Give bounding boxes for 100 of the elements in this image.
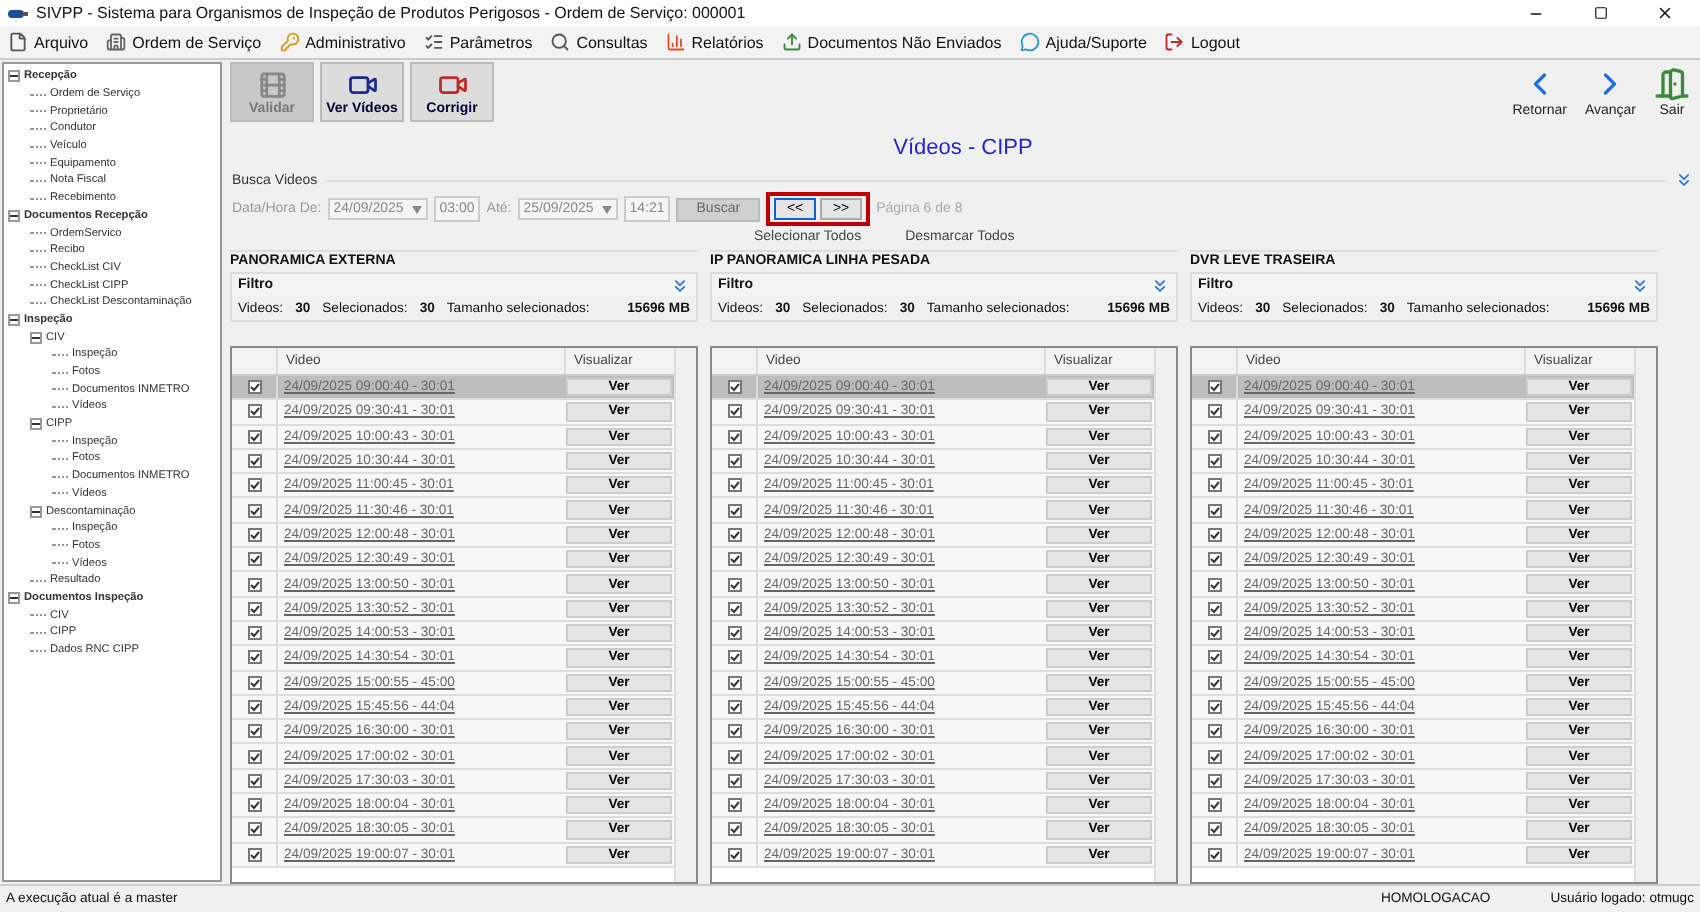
collapse-toggle[interactable] <box>8 591 20 604</box>
checkbox[interactable] <box>1207 700 1221 714</box>
list-icon <box>423 32 444 52</box>
checkbox[interactable] <box>727 380 741 395</box>
maximize-icon[interactable] <box>1593 6 1607 20</box>
checkbox[interactable] <box>247 454 261 469</box>
expand-icon[interactable] <box>1630 275 1650 295</box>
checkbox[interactable] <box>1207 626 1221 641</box>
checkbox[interactable] <box>1207 822 1221 837</box>
checkbox[interactable] <box>727 822 741 837</box>
key-icon <box>279 32 300 52</box>
checkbox[interactable] <box>1207 749 1221 764</box>
checkbox[interactable] <box>727 552 741 567</box>
file-icon <box>8 32 28 52</box>
checkbox[interactable] <box>247 650 261 665</box>
checkbox[interactable] <box>1207 552 1221 567</box>
checkbox[interactable] <box>727 675 741 690</box>
dropdown-icon[interactable] <box>411 205 422 213</box>
checkbox[interactable] <box>247 773 261 788</box>
checkbox[interactable] <box>247 798 261 813</box>
checkbox[interactable] <box>1207 601 1221 616</box>
search-icon <box>550 32 571 52</box>
checkbox[interactable] <box>1207 404 1221 419</box>
checkbox[interactable] <box>727 847 741 862</box>
expand-icon[interactable] <box>1150 275 1170 295</box>
checkbox[interactable] <box>727 798 741 813</box>
checkbox[interactable] <box>247 626 261 641</box>
checkbox[interactable] <box>1207 650 1221 665</box>
menu-item[interactable]: Parâmetros <box>423 32 533 52</box>
scrollbar[interactable] <box>1634 348 1656 882</box>
menu-item[interactable]: Ordem de Serviço <box>106 32 262 52</box>
checkbox[interactable] <box>247 700 261 714</box>
checkbox[interactable] <box>1207 454 1221 469</box>
checkbox[interactable] <box>727 454 741 469</box>
upload-icon <box>781 32 802 52</box>
checkbox[interactable] <box>1207 724 1221 739</box>
checkbox[interactable] <box>727 404 741 419</box>
checkbox[interactable] <box>247 404 261 419</box>
chart-icon <box>665 32 686 52</box>
checkbox[interactable] <box>727 429 741 444</box>
checkbox[interactable] <box>247 847 261 862</box>
checkbox[interactable] <box>1207 675 1221 690</box>
checkbox[interactable] <box>727 724 741 739</box>
checkbox[interactable] <box>247 724 261 739</box>
collapse-toggle[interactable] <box>30 418 42 431</box>
checkbox[interactable] <box>1207 380 1221 395</box>
logout-icon <box>1164 32 1185 52</box>
collapse-icon[interactable] <box>1674 170 1694 190</box>
menu-item[interactable]: Consultas <box>550 32 648 52</box>
checkbox[interactable] <box>1207 478 1221 493</box>
scrollbar[interactable] <box>674 348 696 882</box>
checkbox[interactable] <box>1207 847 1221 862</box>
page-title: Vídeos - CIPP <box>893 136 1033 160</box>
menu-item[interactable]: Relatórios <box>665 32 764 52</box>
checkbox[interactable] <box>247 749 261 764</box>
expand-icon[interactable] <box>670 275 690 295</box>
checkbox[interactable] <box>727 700 741 714</box>
checkbox[interactable] <box>247 429 261 444</box>
checkbox[interactable] <box>727 503 741 518</box>
collapse-toggle[interactable] <box>30 331 42 344</box>
checkbox[interactable] <box>247 478 261 493</box>
checkbox[interactable] <box>247 675 261 690</box>
checkbox[interactable] <box>727 749 741 764</box>
dropdown-icon[interactable] <box>601 205 612 213</box>
collapse-toggle[interactable] <box>8 313 20 326</box>
checkbox[interactable] <box>247 380 261 395</box>
checkbox[interactable] <box>247 601 261 616</box>
checkbox[interactable] <box>727 773 741 788</box>
checkbox[interactable] <box>247 822 261 837</box>
checkbox[interactable] <box>727 650 741 665</box>
checkbox[interactable] <box>727 527 741 542</box>
checkbox[interactable] <box>247 527 261 542</box>
checkbox[interactable] <box>727 478 741 493</box>
menu-item[interactable]: Logout <box>1164 32 1240 52</box>
collapse-toggle[interactable] <box>8 70 20 83</box>
checkbox[interactable] <box>1207 798 1221 813</box>
checkbox[interactable] <box>727 601 741 616</box>
checkbox[interactable] <box>727 626 741 641</box>
app-icon <box>8 7 28 19</box>
menu-item[interactable]: Documentos Não Enviados <box>781 32 1002 52</box>
chat-icon <box>1019 32 1040 52</box>
menu-item[interactable]: Ajuda/Suporte <box>1019 32 1147 52</box>
menu-item[interactable]: Arquivo <box>8 32 89 52</box>
checkbox[interactable] <box>1207 429 1221 444</box>
close-icon[interactable] <box>1655 4 1673 22</box>
checkbox[interactable] <box>1207 773 1221 788</box>
building-icon <box>106 32 127 52</box>
collapse-toggle[interactable] <box>8 209 20 222</box>
window-title: SIVPP - Sistema para Organismos de Inspeção de Produtos Perigosos - Ordem de Serviço: 000001 <box>36 4 748 22</box>
checkbox[interactable] <box>247 552 261 567</box>
collapse-toggle[interactable] <box>30 505 42 518</box>
checkbox[interactable] <box>1207 527 1221 542</box>
checkbox[interactable] <box>247 577 261 592</box>
menu-item[interactable]: Administrativo <box>279 32 406 52</box>
exit-door-icon <box>1654 66 1690 102</box>
scrollbar[interactable] <box>1154 348 1176 882</box>
checkbox[interactable] <box>1207 577 1221 592</box>
checkbox[interactable] <box>247 503 261 518</box>
checkbox[interactable] <box>1207 503 1221 518</box>
checkbox[interactable] <box>727 577 741 592</box>
